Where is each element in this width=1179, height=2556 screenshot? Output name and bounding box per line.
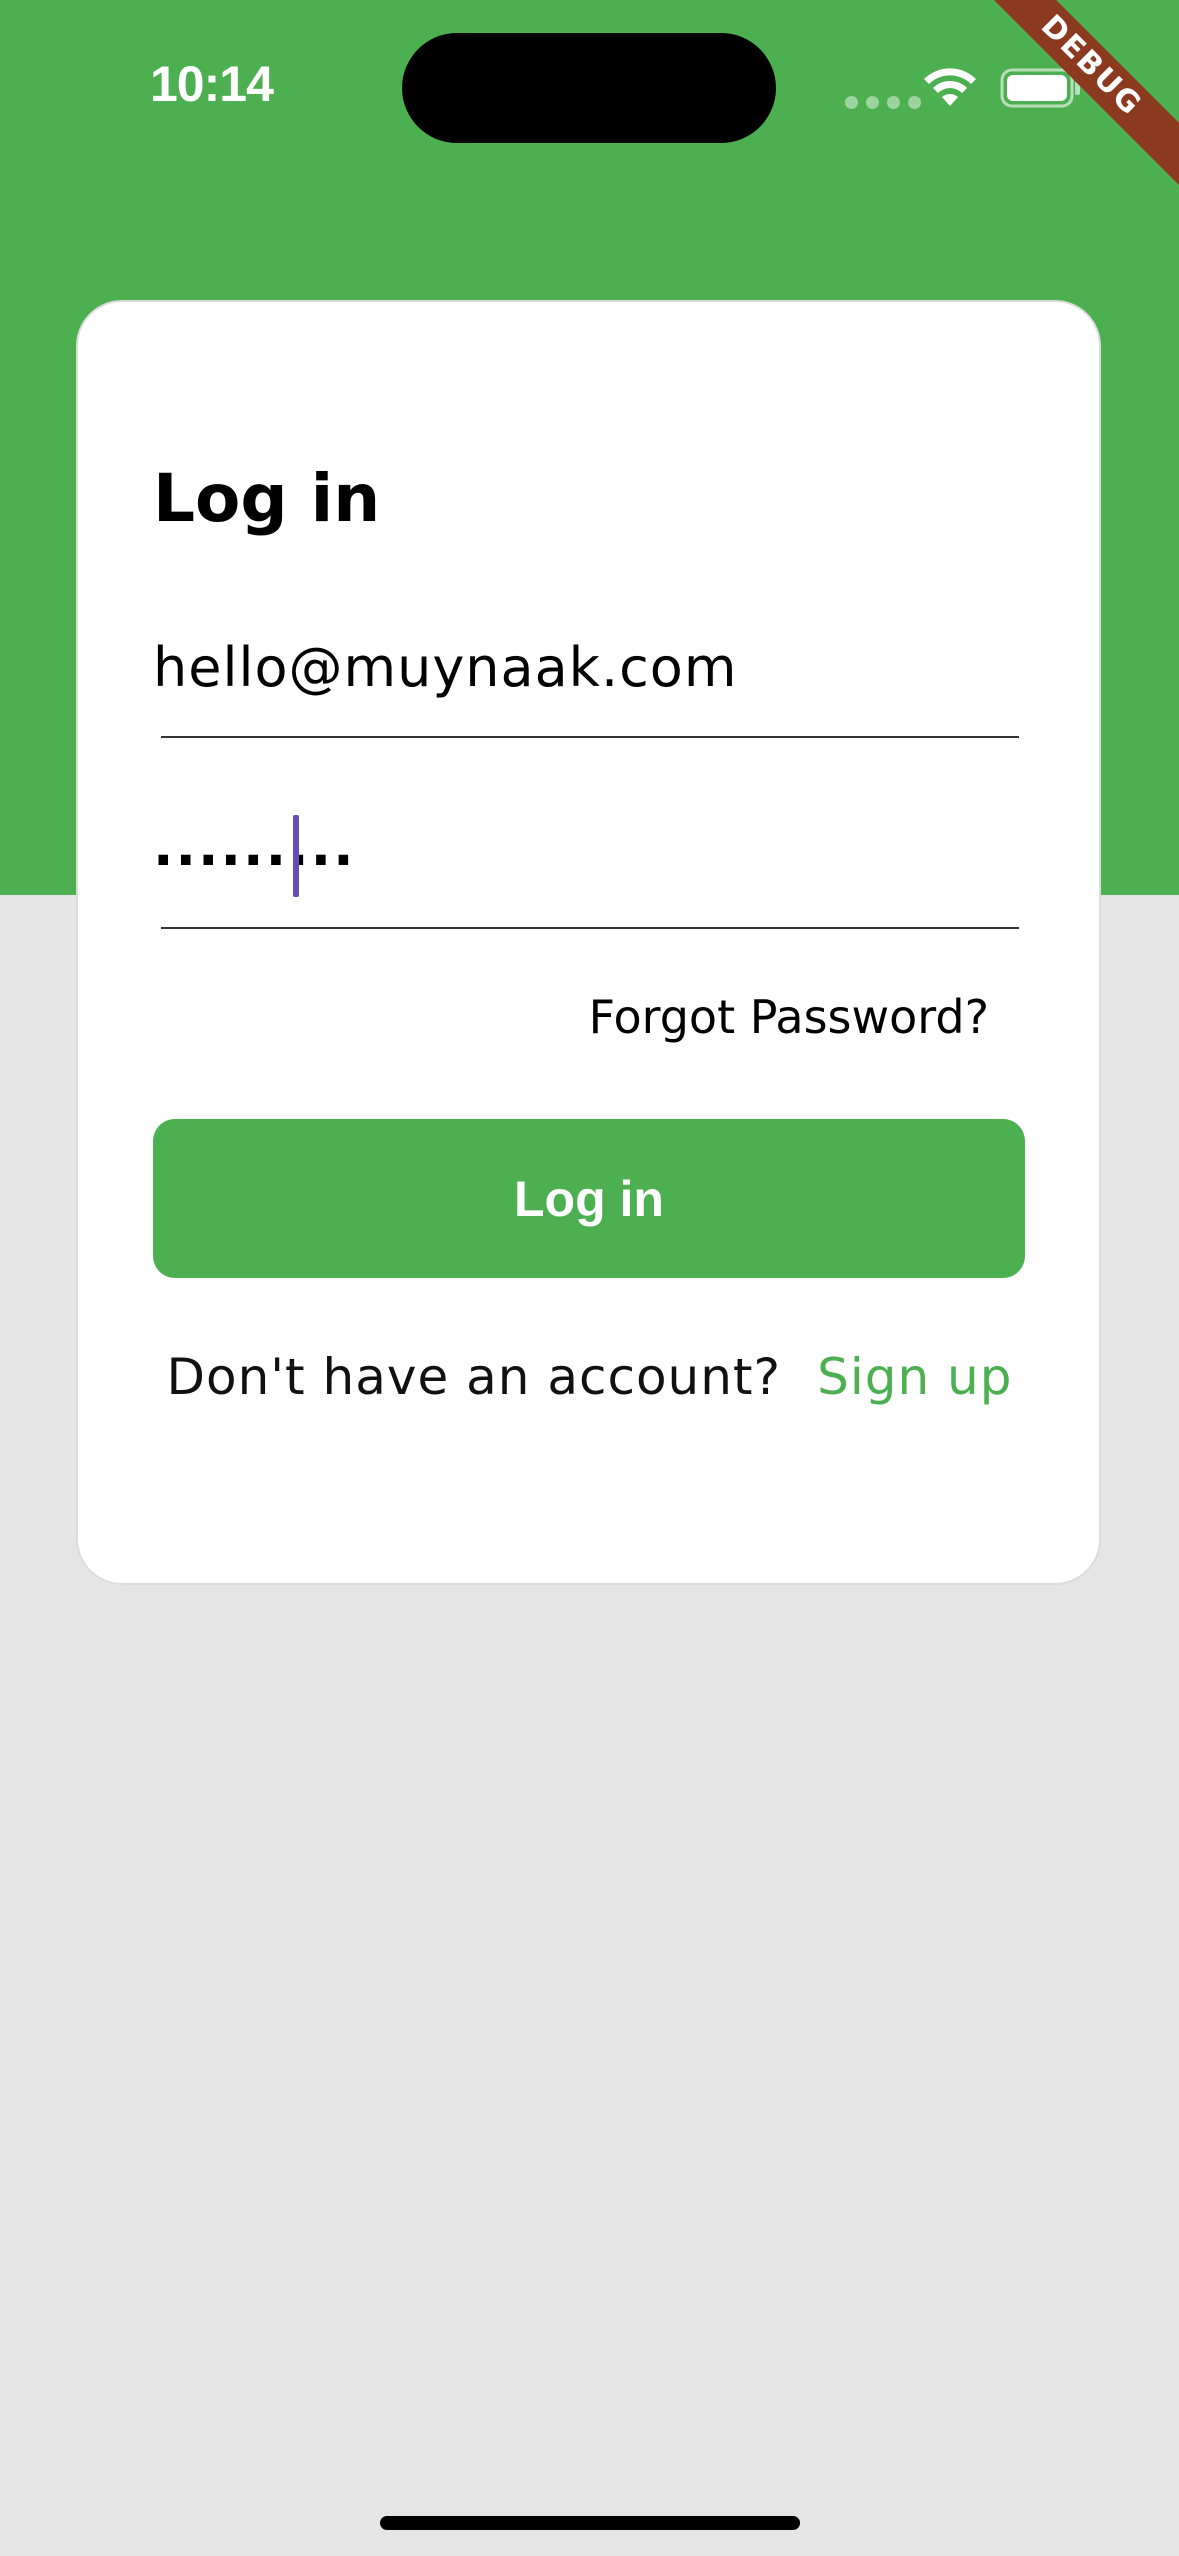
- signup-row: Don't have an account? Sign up: [0, 1348, 1179, 1406]
- email-field[interactable]: hello@muynaak.com: [153, 630, 1019, 740]
- password-value: ·········: [153, 829, 356, 892]
- status-time: 10:14: [150, 56, 274, 112]
- forgot-password-link[interactable]: Forgot Password?: [589, 990, 989, 1044]
- home-indicator[interactable]: [380, 2516, 800, 2530]
- dynamic-island: [402, 33, 776, 143]
- wifi-icon: [924, 68, 976, 106]
- signal-icon: [845, 96, 921, 109]
- email-underline: [161, 736, 1019, 738]
- email-value: hello@muynaak.com: [153, 636, 738, 699]
- text-cursor: [293, 815, 299, 897]
- signup-link[interactable]: Sign up: [817, 1348, 1012, 1406]
- password-underline: [161, 927, 1019, 929]
- page-title: Log in: [153, 460, 381, 537]
- login-button[interactable]: Log in: [153, 1119, 1025, 1278]
- password-field[interactable]: ·········: [153, 815, 1019, 930]
- signup-prompt: Don't have an account?: [166, 1348, 782, 1406]
